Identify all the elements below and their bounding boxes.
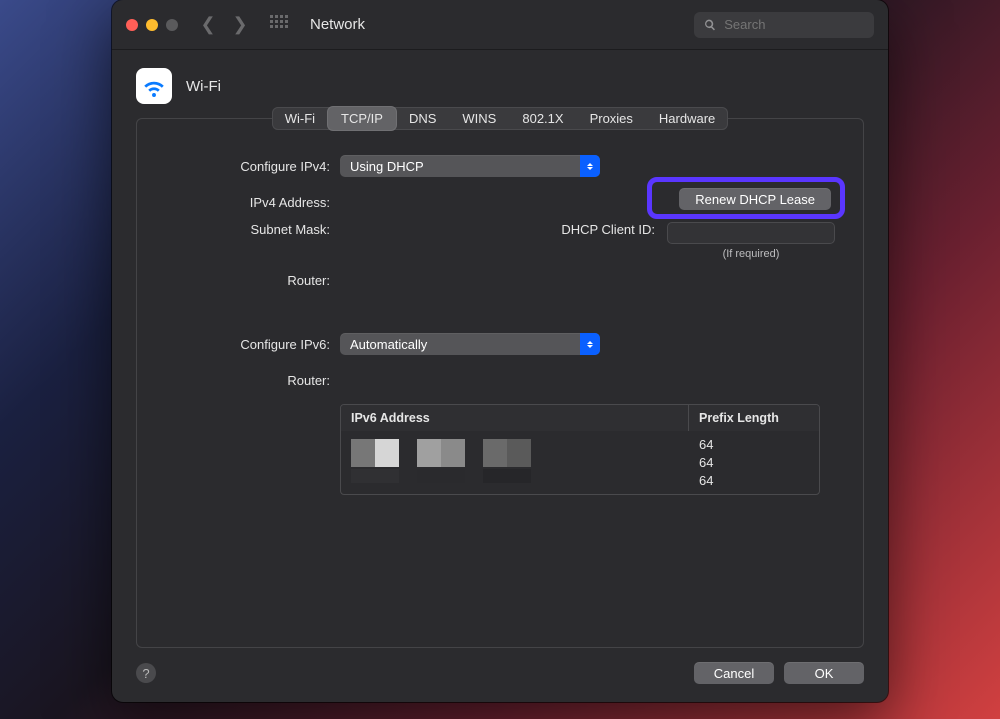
search-icon — [704, 18, 716, 32]
tab-wins[interactable]: WINS — [449, 107, 509, 130]
configure-ipv6-label: Configure IPv6: — [165, 337, 330, 352]
tab-wifi[interactable]: Wi-Fi — [272, 107, 328, 130]
tab-hardware[interactable]: Hardware — [646, 107, 728, 130]
prefix-value: 64 — [699, 455, 809, 470]
ok-button[interactable]: OK — [784, 662, 864, 684]
forward-button[interactable]: ❯ — [228, 14, 252, 35]
router-ipv6-label: Router: — [165, 373, 330, 388]
dhcp-client-id-hint: (If required) — [723, 248, 780, 260]
ipv6-address-cell — [341, 431, 689, 494]
subnet-mask-label: Subnet Mask: — [165, 222, 330, 237]
configure-ipv4-label: Configure IPv4: — [165, 159, 330, 174]
traffic-lights — [126, 19, 178, 31]
zoom-window-button[interactable] — [166, 19, 178, 31]
renew-dhcp-button[interactable]: Renew DHCP Lease — [679, 188, 831, 210]
dhcp-client-id-input[interactable] — [667, 222, 835, 244]
search-input[interactable] — [724, 17, 864, 32]
tab-tcpip[interactable]: TCP/IP — [328, 107, 396, 130]
configure-ipv4-select[interactable]: Using DHCP — [340, 155, 600, 177]
dhcp-client-id-label: DHCP Client ID: — [561, 222, 659, 237]
ipv6-table-col-address[interactable]: IPv6 Address — [341, 405, 689, 431]
prefix-value: 64 — [699, 437, 809, 452]
close-window-button[interactable] — [126, 19, 138, 31]
settings-panel: Wi-Fi TCP/IP DNS WINS 802.1X Proxies Har… — [136, 118, 864, 648]
dialog-footer: ? Cancel OK — [112, 648, 888, 702]
tab-8021x[interactable]: 802.1X — [509, 107, 576, 130]
router-ipv4-label: Router: — [165, 273, 330, 288]
back-button[interactable]: ❮ — [196, 14, 220, 35]
window-title: Network — [310, 16, 365, 33]
cancel-button[interactable]: Cancel — [694, 662, 774, 684]
help-button[interactable]: ? — [136, 663, 156, 683]
configure-ipv4-value: Using DHCP — [350, 159, 424, 174]
tab-bar: Wi-Fi TCP/IP DNS WINS 802.1X Proxies Har… — [272, 107, 729, 130]
interface-header: Wi-Fi — [112, 50, 888, 112]
minimize-window-button[interactable] — [146, 19, 158, 31]
prefix-value: 64 — [699, 473, 809, 488]
ipv4-address-label: IPv4 Address: — [165, 195, 330, 210]
chevron-updown-icon — [580, 333, 600, 355]
configure-ipv6-select[interactable]: Automatically — [340, 333, 600, 355]
chevron-updown-icon — [580, 155, 600, 177]
ipv6-prefix-cell: 64 64 64 — [689, 431, 819, 494]
interface-name: Wi-Fi — [186, 78, 221, 95]
prefs-window: ❮ ❯ Network Wi-Fi Wi-Fi TCP/IP DNS WINS … — [112, 0, 888, 702]
titlebar: ❮ ❯ Network — [112, 0, 888, 50]
show-all-icon[interactable] — [270, 15, 290, 35]
search-field[interactable] — [694, 12, 874, 38]
configure-ipv6-value: Automatically — [350, 337, 427, 352]
ipv6-table-col-prefix[interactable]: Prefix Length — [689, 405, 819, 431]
tab-proxies[interactable]: Proxies — [577, 107, 646, 130]
ipv6-table: IPv6 Address Prefix Length — [340, 404, 820, 495]
wifi-icon — [136, 68, 172, 104]
tab-dns[interactable]: DNS — [396, 107, 449, 130]
